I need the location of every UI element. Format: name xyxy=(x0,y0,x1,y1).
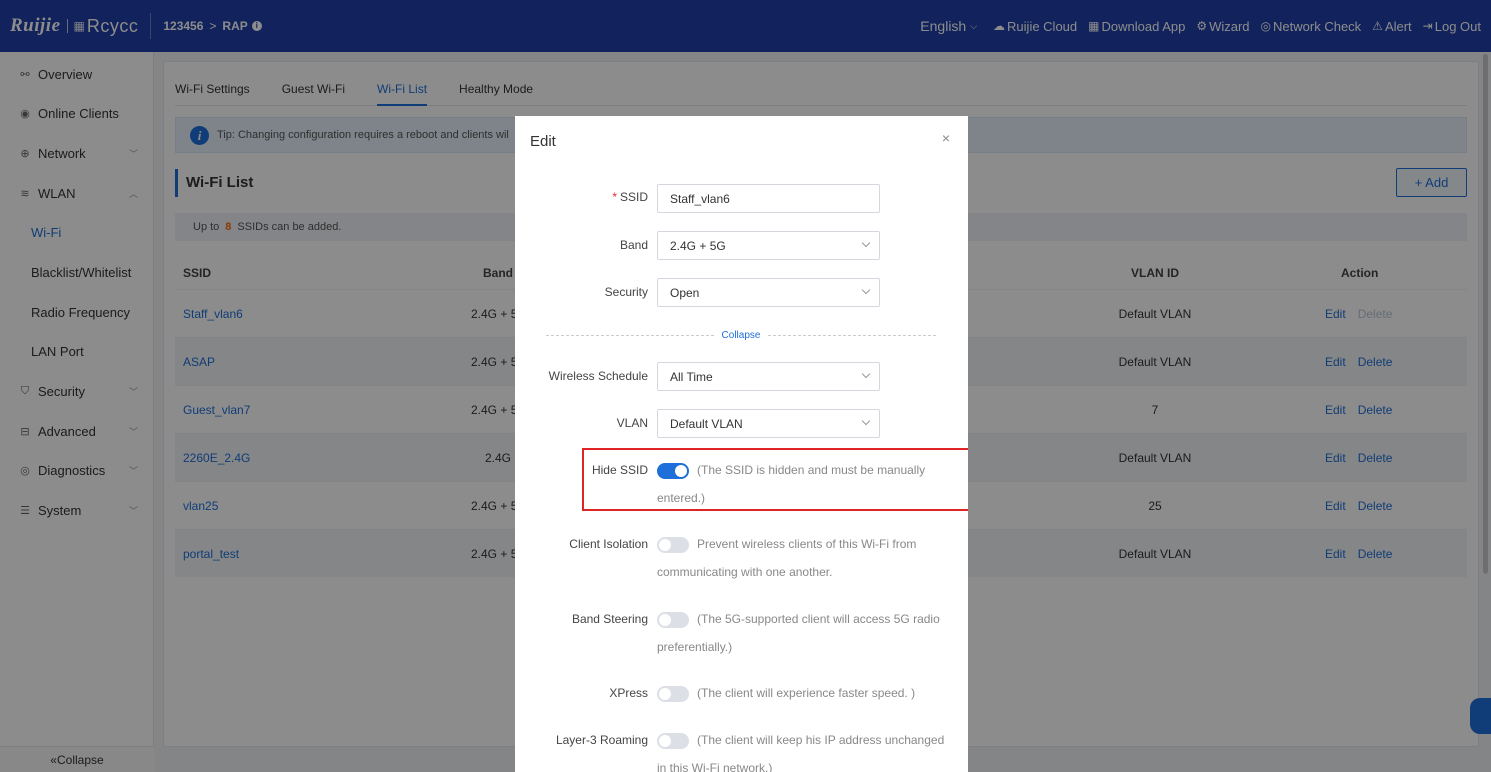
collapse-link[interactable]: Collapse xyxy=(722,330,761,341)
vlan-select[interactable]: Default VLAN xyxy=(657,409,880,438)
xpress-description: (The client will experience faster speed… xyxy=(697,686,916,700)
security-select[interactable]: Open xyxy=(657,278,880,307)
chevron-down-icon xyxy=(861,369,871,379)
layer3-roaming-label: Layer-3 Roaming xyxy=(555,733,648,747)
toggle-knob xyxy=(659,613,671,626)
toggle-knob xyxy=(659,734,671,747)
client-isolation-row: Prevent wireless clients of this Wi-Fi f… xyxy=(657,530,952,586)
band-steering-description: (The 5G-supported client will access 5G … xyxy=(657,612,940,654)
toggle-knob xyxy=(659,538,671,551)
chevron-down-icon xyxy=(861,416,871,426)
band-steering-toggle[interactable] xyxy=(657,611,689,628)
security-label: Security xyxy=(604,285,648,299)
ssid-label-text: SSID xyxy=(619,190,648,204)
divider-line xyxy=(768,334,937,336)
ssid-input-value: Staff_vlan6 xyxy=(670,191,730,206)
layer3-roaming-toggle[interactable] xyxy=(657,732,689,749)
chevron-down-icon xyxy=(861,285,871,295)
band-steering-row: (The 5G-supported client will access 5G … xyxy=(657,605,952,661)
xpress-toggle[interactable] xyxy=(657,685,689,702)
schedule-label: Wireless Schedule xyxy=(548,369,648,383)
vlan-select-value: Default VLAN xyxy=(670,416,743,431)
band-select[interactable]: 2.4G + 5G xyxy=(657,231,880,260)
close-icon[interactable]: × xyxy=(942,130,950,146)
dialog-title: Edit xyxy=(530,133,556,150)
ssid-input[interactable]: Staff_vlan6 xyxy=(657,184,880,213)
divider-line xyxy=(546,334,714,336)
required-marker: * xyxy=(612,190,617,204)
schedule-select-value: All Time xyxy=(670,369,713,384)
advanced-collapse-divider: Collapse xyxy=(546,329,937,341)
xpress-label: XPress xyxy=(609,686,648,700)
highlight-box xyxy=(582,448,968,511)
edit-wifi-dialog: Edit × * SSID Staff_vlan6 Band 2.4G + 5G … xyxy=(515,116,968,772)
client-isolation-description: Prevent wireless clients of this Wi-Fi f… xyxy=(657,537,917,579)
vlan-label: VLAN xyxy=(616,416,648,430)
schedule-select[interactable]: All Time xyxy=(657,362,880,391)
band-steering-label: Band Steering xyxy=(571,612,648,626)
toggle-knob xyxy=(659,687,671,700)
chevron-down-icon xyxy=(861,238,871,248)
security-select-value: Open xyxy=(670,285,700,300)
band-select-value: 2.4G + 5G xyxy=(670,238,726,253)
client-isolation-label: Client Isolation xyxy=(569,537,648,551)
client-isolation-toggle[interactable] xyxy=(657,536,689,553)
layer3-roaming-description: (The client will keep his IP address unc… xyxy=(657,733,945,772)
band-label: Band xyxy=(619,238,648,252)
xpress-row: (The client will experience faster speed… xyxy=(657,679,952,707)
layer3-roaming-row: (The client will keep his IP address unc… xyxy=(657,726,952,772)
ssid-label: * SSID xyxy=(612,190,648,204)
